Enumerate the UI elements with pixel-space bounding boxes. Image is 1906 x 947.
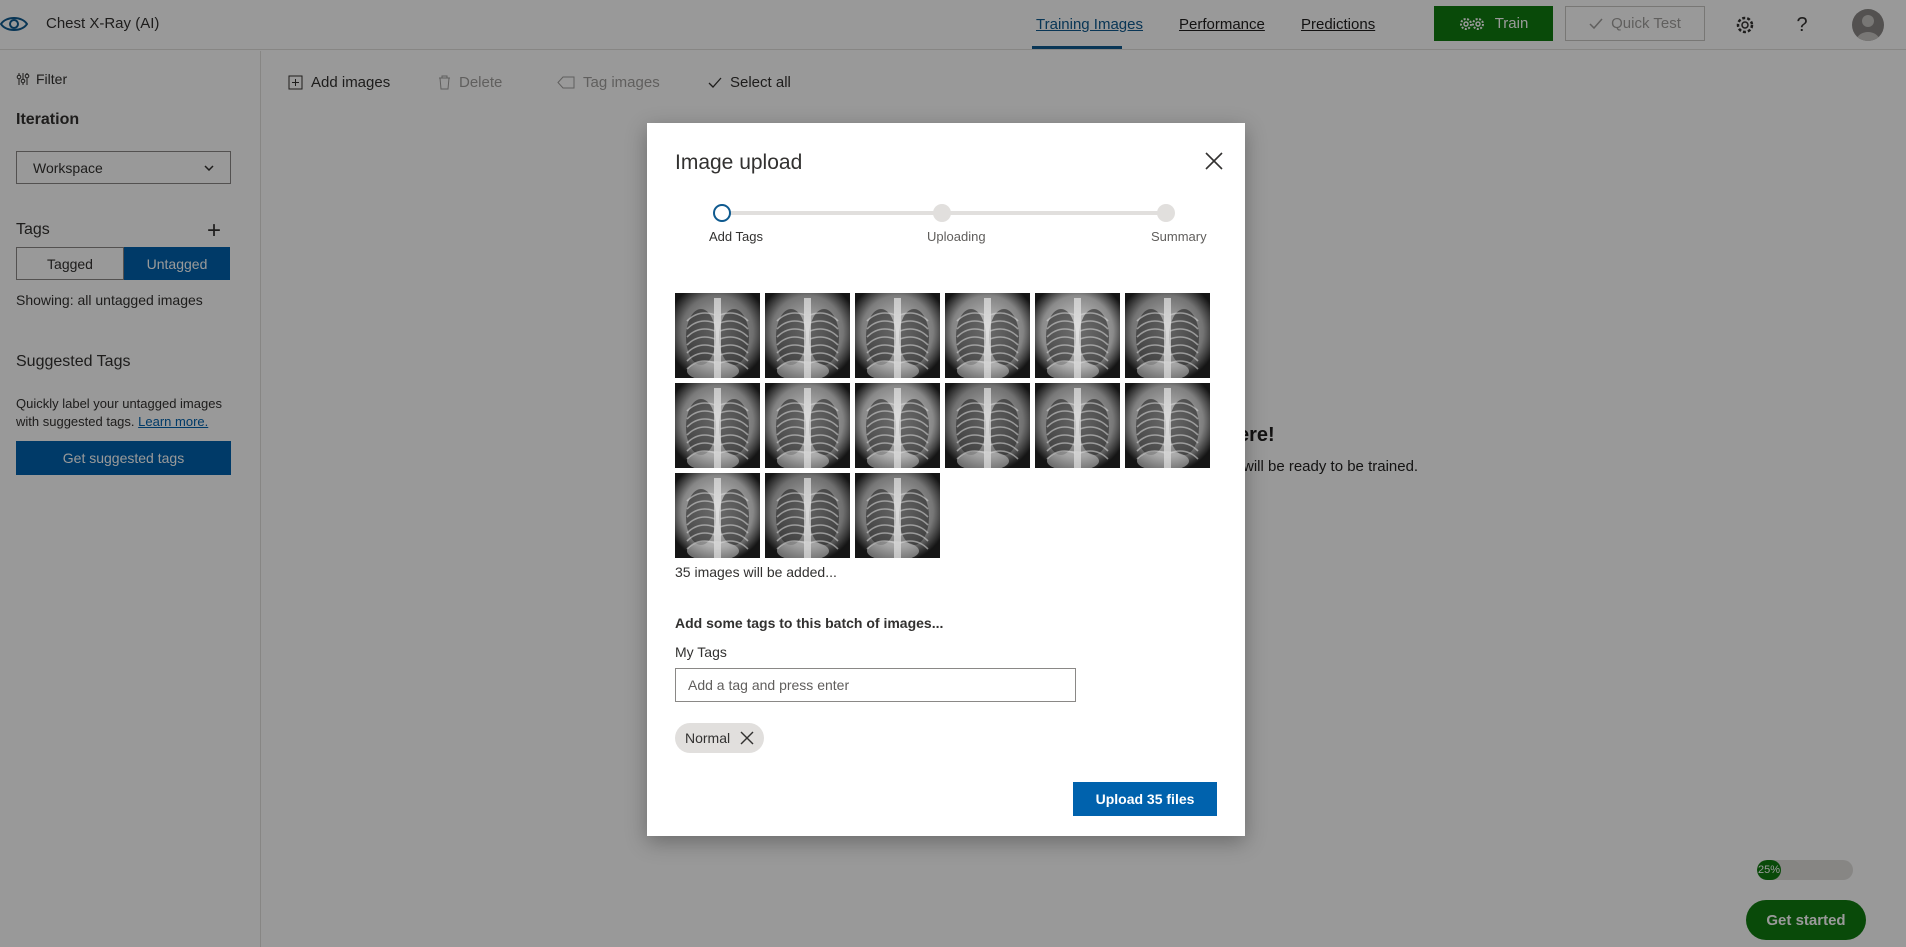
- xray-thumbnail[interactable]: [765, 383, 850, 468]
- thumbnail-grid: [675, 293, 1215, 558]
- xray-thumbnail[interactable]: [855, 473, 940, 558]
- tag-chip-label: Normal: [685, 730, 731, 746]
- image-upload-dialog: Image upload Add Tags Uploading Summary: [647, 123, 1245, 836]
- tag-chip: Normal: [675, 723, 765, 753]
- my-tags-label: My Tags: [675, 644, 727, 660]
- xray-thumbnail[interactable]: [675, 473, 760, 558]
- xray-thumbnail[interactable]: [855, 383, 940, 468]
- xray-thumbnail[interactable]: [1125, 383, 1210, 468]
- step-dot-add-tags: [713, 204, 731, 222]
- xray-image: [675, 383, 760, 468]
- xray-image: [1125, 293, 1210, 378]
- xray-thumbnail[interactable]: [1035, 383, 1120, 468]
- step-label-add-tags: Add Tags: [709, 229, 763, 244]
- step-dot-summary: [1157, 204, 1175, 222]
- image-count-text: 35 images will be added...: [675, 564, 837, 580]
- dialog-title: Image upload: [675, 151, 803, 174]
- xray-thumbnail[interactable]: [855, 293, 940, 378]
- xray-thumbnail[interactable]: [1035, 293, 1120, 378]
- xray-image: [945, 383, 1030, 468]
- xray-thumbnail[interactable]: [945, 383, 1030, 468]
- xray-thumbnail[interactable]: [1125, 293, 1210, 378]
- xray-image: [765, 293, 850, 378]
- xray-image: [1035, 383, 1120, 468]
- xray-thumbnail[interactable]: [765, 293, 850, 378]
- xray-image: [765, 473, 850, 558]
- xray-image: [945, 293, 1030, 378]
- xray-image: [1035, 293, 1120, 378]
- xray-image: [765, 383, 850, 468]
- step-dot-uploading: [933, 204, 951, 222]
- upload-files-button[interactable]: Upload 35 files: [1073, 782, 1217, 816]
- xray-image: [855, 473, 940, 558]
- xray-thumbnail[interactable]: [675, 293, 760, 378]
- xray-thumbnail[interactable]: [675, 383, 760, 468]
- tag-input[interactable]: [675, 668, 1076, 702]
- remove-tag-icon[interactable]: [740, 731, 754, 745]
- step-label-uploading: Uploading: [927, 229, 986, 244]
- xray-thumbnail[interactable]: [945, 293, 1030, 378]
- xray-image: [855, 383, 940, 468]
- xray-image: [675, 293, 760, 378]
- xray-image: [1125, 383, 1210, 468]
- batch-tags-prompt: Add some tags to this batch of images...: [675, 615, 944, 631]
- close-icon[interactable]: [1202, 149, 1226, 173]
- step-label-summary: Summary: [1151, 229, 1207, 244]
- xray-thumbnail[interactable]: [765, 473, 850, 558]
- xray-image: [675, 473, 760, 558]
- xray-image: [855, 293, 940, 378]
